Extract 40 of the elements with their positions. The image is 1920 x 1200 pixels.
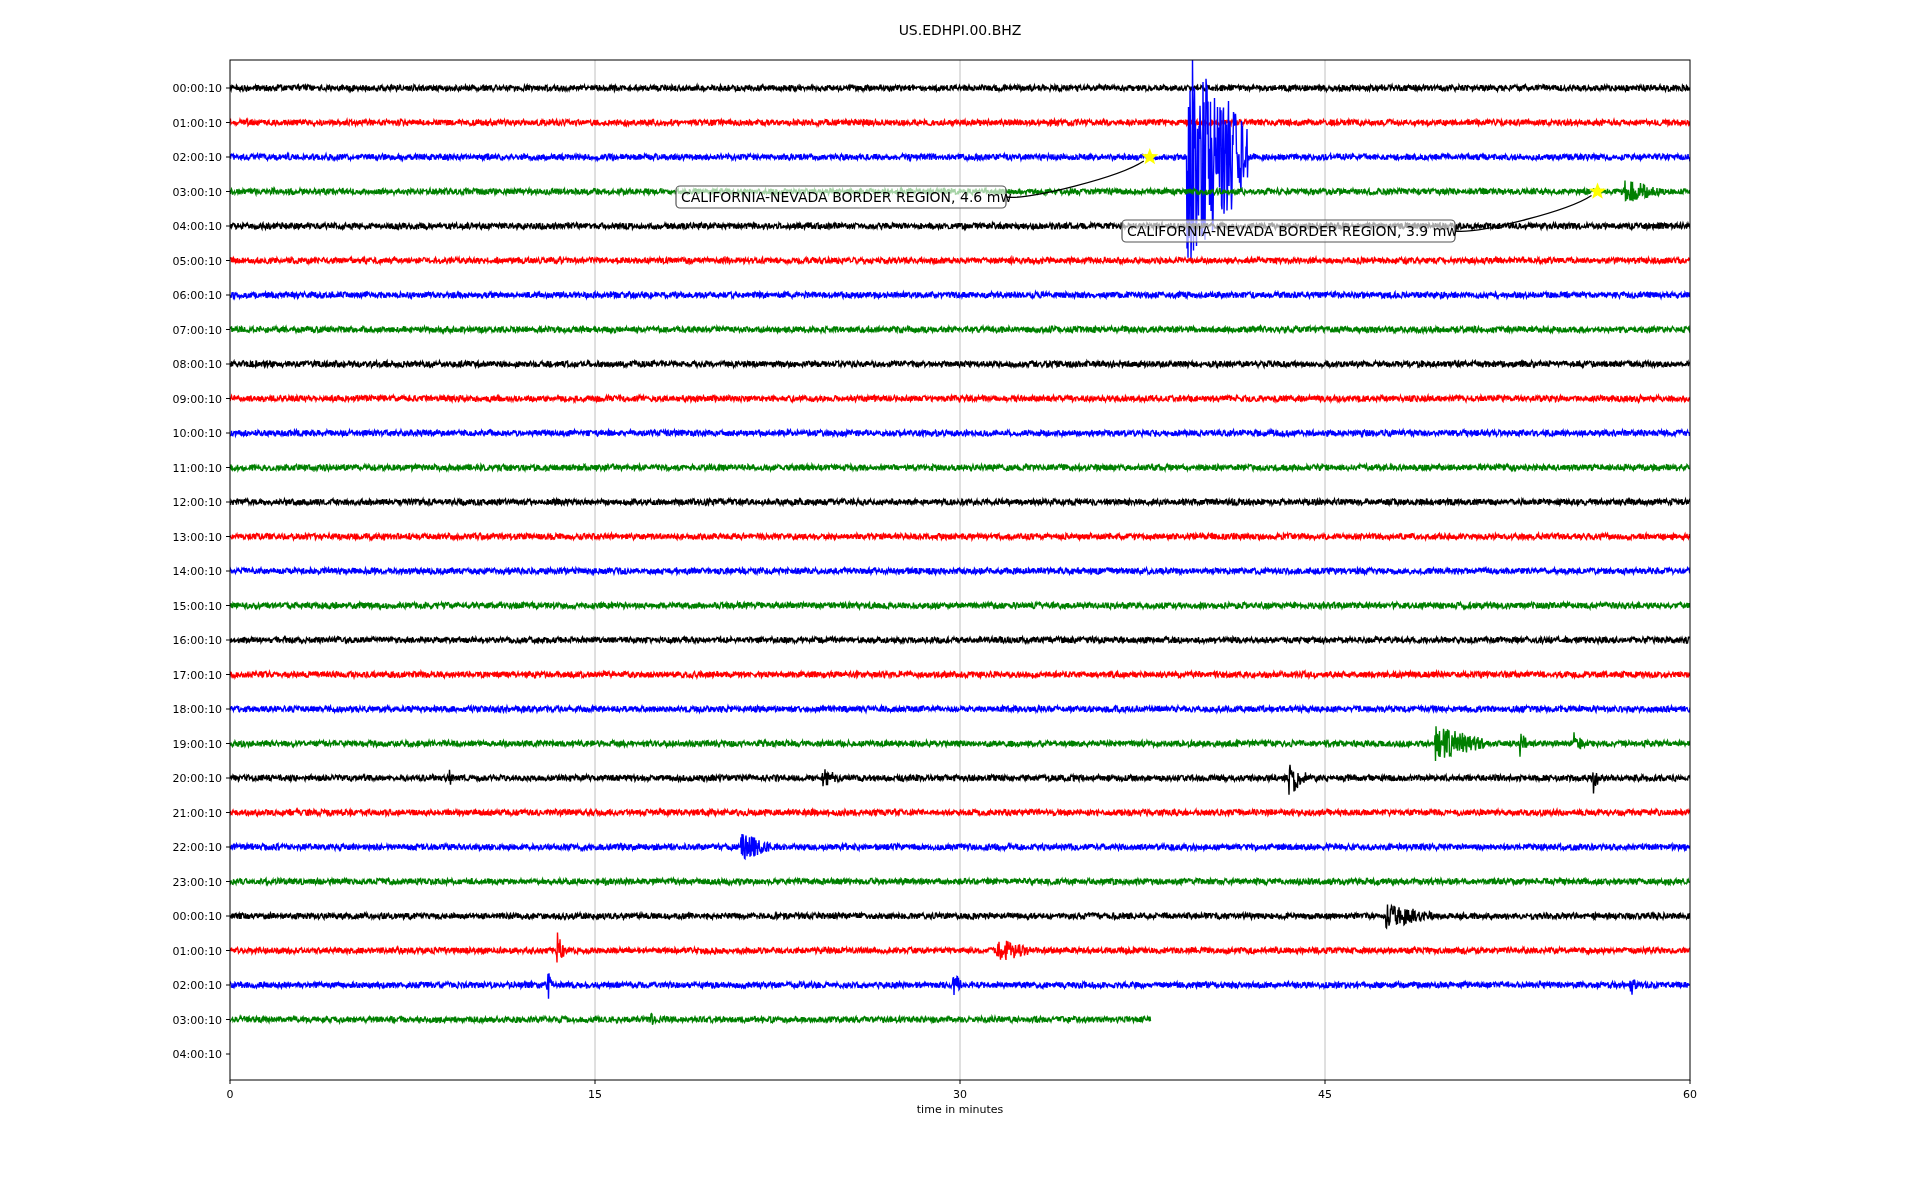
star-icon xyxy=(1589,182,1607,199)
time-label: 07:00:10 xyxy=(172,323,222,337)
time-label: 13:00:10 xyxy=(172,530,222,544)
time-label: 12:00:10 xyxy=(172,496,222,509)
time-label: 18:00:10 xyxy=(172,703,222,716)
tick-label: 30 xyxy=(953,1088,967,1101)
time-label: 15:00:10 xyxy=(172,599,222,613)
time-label: 11:00:10 xyxy=(172,461,222,475)
time-label: 21:00:10 xyxy=(172,806,222,820)
axis-label: time in minutes xyxy=(916,1103,1004,1116)
tick-label: 45 xyxy=(1318,1088,1332,1101)
tick-label: 60 xyxy=(1683,1088,1697,1101)
time-label: 10:00:10 xyxy=(172,427,222,440)
star-icon xyxy=(1141,148,1159,165)
time-label: 03:00:10 xyxy=(172,1013,222,1027)
time-label: 20:00:10 xyxy=(172,772,222,785)
time-label: 09:00:10 xyxy=(172,392,222,406)
time-label: 01:00:10 xyxy=(172,116,222,130)
plot-title: US.EDHPI.00.BHZ xyxy=(898,22,1022,38)
time-label: 04:00:10 xyxy=(172,220,222,233)
time-label: 02:00:10 xyxy=(172,979,222,992)
time-label: 03:00:10 xyxy=(172,185,222,199)
event-label: CALIFORNIA-NEVADA BORDER REGION, 4.6 mw xyxy=(675,185,1012,209)
time-label: 06:00:10 xyxy=(172,289,222,302)
time-label: 05:00:10 xyxy=(172,254,222,268)
time-label: 16:00:10 xyxy=(172,634,222,647)
tick-label: 0 xyxy=(226,1088,234,1101)
time-label: 02:00:10 xyxy=(172,151,222,164)
tick-label: 15 xyxy=(588,1088,602,1101)
time-label: 04:00:10 xyxy=(172,1048,222,1061)
time-label: 19:00:10 xyxy=(172,737,222,751)
time-label: 17:00:10 xyxy=(172,668,222,682)
time-label: 08:00:10 xyxy=(172,358,222,371)
time-label: 22:00:10 xyxy=(172,841,222,854)
time-label: 23:00:10 xyxy=(172,875,222,889)
event-label: CALIFORNIA-NEVADA BORDER REGION, 3.9 mw xyxy=(1121,219,1458,243)
time-label: 01:00:10 xyxy=(172,944,222,958)
time-label: 14:00:10 xyxy=(172,565,222,578)
time-label: 00:00:10 xyxy=(172,910,222,923)
time-label: 00:00:10 xyxy=(172,82,222,95)
